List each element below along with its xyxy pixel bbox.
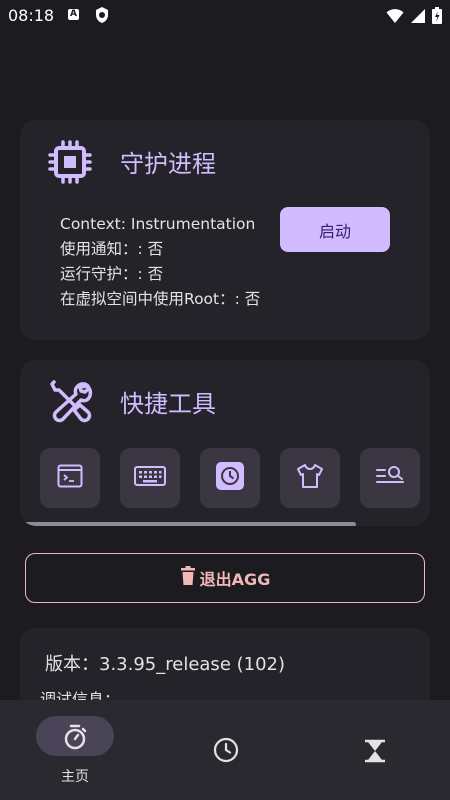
trash-icon xyxy=(180,566,196,590)
nav-timer[interactable] xyxy=(300,700,450,800)
hourglass-icon xyxy=(364,739,386,767)
stopwatch-icon xyxy=(63,724,87,754)
nav-home[interactable]: 主页 xyxy=(0,700,150,800)
root-in-vspace-line: 在虚拟空间中使用Root：: 否 xyxy=(60,290,261,308)
status-indicators xyxy=(386,7,442,24)
guard-card-title: 守护进程 xyxy=(120,150,216,178)
tshirt-icon xyxy=(295,462,325,494)
tools-scrollbar[interactable] xyxy=(22,522,356,526)
battery-icon xyxy=(432,7,442,24)
clock-tool-button[interactable] xyxy=(200,448,260,508)
nav-history[interactable] xyxy=(150,700,300,800)
list-search-tool-button[interactable] xyxy=(360,448,420,508)
keyboard-icon xyxy=(134,465,166,491)
clock-icon xyxy=(215,461,245,495)
exit-button[interactable]: 退出AGG xyxy=(25,553,425,603)
tool-button-row xyxy=(40,448,420,508)
signal-icon xyxy=(411,8,425,23)
tshirt-tool-button[interactable] xyxy=(280,448,340,508)
guard-process-card: 守护进程 Context: Instrumentation 使用通知：: 否 运… xyxy=(20,120,430,340)
keyboard-tool-button[interactable] xyxy=(120,448,180,508)
wifi-icon xyxy=(386,8,404,23)
tools-icon xyxy=(48,378,94,428)
notification-a-icon: A xyxy=(68,9,79,20)
app-notification-icon xyxy=(94,6,110,28)
clock-icon xyxy=(213,737,239,767)
app-screen: 08:18 A 守护进程 Context: Instrumentation 使用… xyxy=(0,0,450,800)
status-time: 08:18 xyxy=(8,6,55,25)
terminal-icon xyxy=(56,462,84,494)
list-search-icon xyxy=(375,462,405,494)
run-guard-line: 运行守护：: 否 xyxy=(60,265,164,283)
status-bar: 08:18 A xyxy=(0,0,450,32)
bottom-navigation: 主页 xyxy=(0,700,450,800)
context-line: Context: Instrumentation xyxy=(60,215,256,233)
start-button[interactable]: 启动 xyxy=(280,207,390,252)
quick-tools-card: 快捷工具 xyxy=(20,360,430,526)
terminal-tool-button[interactable] xyxy=(40,448,100,508)
use-notification-line: 使用通知：: 否 xyxy=(60,240,164,258)
tools-card-title: 快捷工具 xyxy=(120,390,216,418)
exit-button-label: 退出AGG xyxy=(199,570,271,589)
version-text: 版本：3.3.95_release (102) xyxy=(45,654,286,675)
guard-info-list: Context: Instrumentation 使用通知：: 否 运行守护：:… xyxy=(60,212,260,312)
cpu-chip-icon xyxy=(48,140,92,188)
nav-home-label: 主页 xyxy=(61,769,89,785)
